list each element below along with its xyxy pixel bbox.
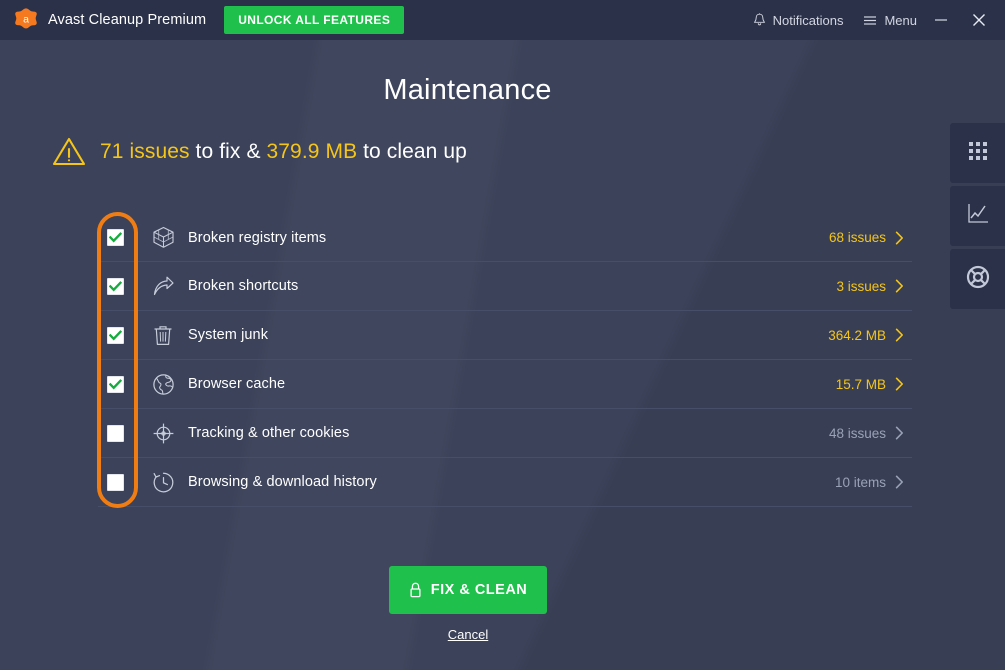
close-button[interactable] bbox=[965, 7, 993, 33]
unlock-all-features-button[interactable]: UNLOCK ALL FEATURES bbox=[224, 6, 405, 34]
right-sidebar bbox=[950, 123, 1005, 309]
row-checkbox[interactable] bbox=[107, 424, 124, 442]
clock-history-icon bbox=[151, 470, 175, 494]
sidebar-tab-performance[interactable] bbox=[950, 186, 1005, 246]
row-label: Tracking & other cookies bbox=[188, 425, 350, 441]
row-value: 15.7 MB bbox=[835, 376, 886, 392]
life-ring-icon bbox=[966, 265, 990, 294]
row-value: 3 issues bbox=[836, 278, 886, 294]
minimize-icon bbox=[935, 19, 947, 21]
sidebar-tab-support[interactable] bbox=[950, 249, 1005, 309]
app-window: a Avast Cleanup Premium UNLOCK ALL FEATU… bbox=[0, 0, 1005, 670]
summary-issues-count: 71 issues bbox=[100, 139, 190, 163]
table-row[interactable]: System junk 364.2 MB bbox=[98, 311, 912, 360]
issue-summary: 71 issues to fix & 379.9 MB to clean up bbox=[52, 136, 467, 167]
fix-and-clean-label: FIX & CLEAN bbox=[430, 582, 528, 598]
summary-tail-text: to clean up bbox=[357, 139, 467, 163]
apps-grid-icon bbox=[967, 140, 989, 167]
row-value: 68 issues bbox=[828, 230, 886, 245]
bell-icon bbox=[753, 13, 766, 27]
table-row[interactable]: Broken registry items 68 issues bbox=[98, 213, 912, 262]
row-checkbox[interactable] bbox=[107, 277, 124, 295]
fix-and-clean-button[interactable]: FIX & CLEAN bbox=[389, 566, 547, 614]
table-row[interactable]: Browser cache 15.7 MB bbox=[98, 360, 912, 409]
table-row[interactable]: Tracking & other cookies 48 issues bbox=[98, 409, 912, 458]
summary-size: 379.9 MB bbox=[266, 139, 358, 163]
line-chart-icon bbox=[966, 202, 990, 231]
table-row[interactable]: Broken shortcuts 3 issues bbox=[98, 262, 912, 311]
row-label: Browsing & download history bbox=[188, 474, 377, 490]
avast-logo-icon: a bbox=[13, 7, 39, 33]
close-icon bbox=[973, 14, 985, 26]
row-label: Browser cache bbox=[188, 376, 286, 392]
summary-text: 71 issues to fix & 379.9 MB to clean up bbox=[100, 140, 467, 164]
page-title: Maintenance bbox=[383, 74, 552, 106]
chevron-right-icon[interactable] bbox=[886, 377, 912, 391]
hamburger-icon bbox=[863, 15, 877, 26]
chevron-right-icon[interactable] bbox=[886, 230, 912, 245]
chevron-right-icon[interactable] bbox=[886, 328, 912, 342]
menu-label: Menu bbox=[884, 12, 917, 28]
row-value: 48 issues bbox=[828, 425, 886, 441]
notifications-label: Notifications bbox=[772, 12, 844, 28]
notifications-button[interactable]: Notifications bbox=[753, 12, 844, 28]
row-label: System junk bbox=[188, 327, 269, 343]
menu-button[interactable]: Menu bbox=[863, 13, 917, 28]
shortcut-arrow-icon bbox=[151, 274, 175, 298]
row-value: 364.2 MB bbox=[828, 327, 886, 343]
padlock-icon bbox=[409, 582, 422, 598]
table-row[interactable]: Browsing & download history 10 items bbox=[98, 458, 912, 507]
row-checkbox[interactable] bbox=[107, 326, 124, 344]
registry-cube-icon bbox=[151, 226, 175, 250]
sidebar-tab-apps[interactable] bbox=[950, 123, 1005, 183]
maintenance-list: Broken registry items 68 issues Broken sh… bbox=[98, 213, 912, 507]
row-checkbox[interactable] bbox=[107, 375, 124, 393]
globe-icon bbox=[151, 372, 175, 396]
minimize-button[interactable] bbox=[927, 7, 955, 33]
chevron-right-icon[interactable] bbox=[886, 279, 912, 293]
cancel-link[interactable]: Cancel bbox=[389, 627, 547, 642]
row-checkbox[interactable] bbox=[107, 229, 124, 246]
summary-mid-text: to fix & bbox=[189, 139, 267, 163]
trash-can-icon bbox=[151, 323, 175, 347]
titlebar-right-group: Notifications Menu bbox=[733, 7, 993, 33]
chevron-right-icon[interactable] bbox=[886, 426, 912, 440]
crosshair-icon bbox=[151, 421, 175, 445]
row-label: Broken registry items bbox=[188, 229, 327, 246]
brand: a Avast Cleanup Premium bbox=[13, 7, 206, 33]
row-label: Broken shortcuts bbox=[188, 278, 299, 294]
row-value: 10 items bbox=[834, 474, 886, 490]
title-bar: a Avast Cleanup Premium UNLOCK ALL FEATU… bbox=[0, 0, 1005, 40]
row-checkbox[interactable] bbox=[107, 473, 124, 491]
warning-triangle-icon bbox=[52, 136, 86, 167]
brand-name: Avast Cleanup Premium bbox=[48, 12, 207, 28]
chevron-right-icon[interactable] bbox=[886, 475, 912, 489]
svg-text:a: a bbox=[23, 14, 29, 26]
